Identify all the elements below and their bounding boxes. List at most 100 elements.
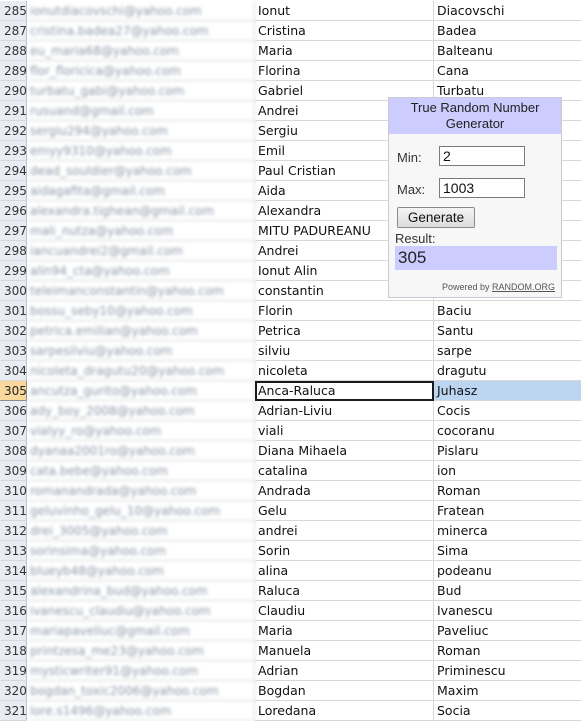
row-number[interactable]: 314 <box>0 561 27 581</box>
email-cell[interactable]: petrica.emilian@yahoo.com <box>27 321 255 341</box>
row-number[interactable]: 303 <box>0 341 27 361</box>
row-number[interactable]: 320 <box>0 681 27 701</box>
row-number[interactable]: 290 <box>0 81 27 101</box>
table-row[interactable]: 321 lore.s1496@yahoo.com Loredana Socia <box>0 701 581 721</box>
row-number[interactable]: 311 <box>0 501 27 521</box>
email-cell[interactable]: mysticwriter91@yahoo.com <box>27 661 255 681</box>
last-name-cell[interactable]: Roman <box>434 481 581 501</box>
row-number[interactable]: 315 <box>0 581 27 601</box>
first-name-cell[interactable]: Loredana <box>255 701 434 721</box>
first-name-cell[interactable]: viali <box>255 421 434 441</box>
first-name-cell[interactable]: Manuela <box>255 641 434 661</box>
table-row[interactable]: 287 cristina.badea27@yahoo.com Cristina Bad… <box>0 21 581 41</box>
email-cell[interactable]: ivanescu_claudiu@yahoo.com <box>27 601 255 621</box>
last-name-cell[interactable]: Juhasz <box>434 381 581 401</box>
first-name-cell[interactable]: silviu <box>255 341 434 361</box>
email-cell[interactable]: bossu_seby10@yahoo.com <box>27 301 255 321</box>
first-name-cell[interactable]: Maria <box>255 41 434 61</box>
table-row[interactable]: 315 alexandrina_bud@yahoo.com Raluca Bud <box>0 581 581 601</box>
email-cell[interactable]: printzesa_me23@yahoo.com <box>27 641 255 661</box>
row-number[interactable]: 309 <box>0 461 27 481</box>
last-name-cell[interactable]: Santu <box>434 321 581 341</box>
last-name-cell[interactable]: ion <box>434 461 581 481</box>
table-row[interactable]: 320 bogdan_toxic2006@yahoo.com Bogdan Maxim <box>0 681 581 701</box>
row-number[interactable]: 295 <box>0 181 27 201</box>
row-number[interactable]: 301 <box>0 301 27 321</box>
table-row[interactable]: 306 ady_boy_2008@yahoo.com Adrian-Liviu Coc… <box>0 401 581 421</box>
row-number[interactable]: 305 <box>0 381 27 401</box>
table-row[interactable]: 307 vialyy_ro@yahoo.com viali cocoranu <box>0 421 581 441</box>
first-name-cell[interactable]: Diana Mihaela <box>255 441 434 461</box>
row-number[interactable]: 297 <box>0 221 27 241</box>
email-cell[interactable]: alexandra.tighean@gmail.com <box>27 201 255 221</box>
last-name-cell[interactable]: Roman <box>434 641 581 661</box>
email-cell[interactable]: emyy9310@yahoo.com <box>27 141 255 161</box>
row-number[interactable]: 318 <box>0 641 27 661</box>
email-cell[interactable]: ady_boy_2008@yahoo.com <box>27 401 255 421</box>
row-number[interactable]: 299 <box>0 261 27 281</box>
email-cell[interactable]: dyanaa2001ro@yahoo.com <box>27 441 255 461</box>
last-name-cell[interactable]: podeanu <box>434 561 581 581</box>
email-cell[interactable]: sorinsima@yahoo.com <box>27 541 255 561</box>
last-name-cell[interactable]: Balteanu <box>434 41 581 61</box>
row-number[interactable]: 287 <box>0 21 27 41</box>
table-row[interactable]: 310 romanandrada@yahoo.com Andrada Roman <box>0 481 581 501</box>
email-cell[interactable]: sergiu294@yahoo.com <box>27 121 255 141</box>
email-cell[interactable]: nicoleta_dragutu20@yahoo.com <box>27 361 255 381</box>
row-number[interactable]: 308 <box>0 441 27 461</box>
table-row[interactable]: 312 drei_3005@yahoo.com andrei minerca <box>0 521 581 541</box>
email-cell[interactable]: lore.s1496@yahoo.com <box>27 701 255 721</box>
table-row[interactable]: 319 mysticwriter91@yahoo.com Adrian Primine… <box>0 661 581 681</box>
table-row[interactable]: 302 petrica.emilian@yahoo.com Petrica Santu <box>0 321 581 341</box>
email-cell[interactable]: rusuand@gmail.com <box>27 101 255 121</box>
table-row[interactable]: 309 cata.bebe@yahoo.com catalina ion <box>0 461 581 481</box>
table-row[interactable]: 285 ionutdiacovschi@yahoo.com Ionut Diacovs… <box>0 1 581 21</box>
first-name-cell[interactable]: Adrian <box>255 661 434 681</box>
table-row[interactable]: 303 sarpesilviu@yahoo.com silviu sarpe <box>0 341 581 361</box>
first-name-cell[interactable]: Bogdan <box>255 681 434 701</box>
last-name-cell[interactable]: Baciu <box>434 301 581 321</box>
email-cell[interactable]: teleimanconstantin@yahoo.com <box>27 281 255 301</box>
row-number[interactable]: 294 <box>0 161 27 181</box>
first-name-cell[interactable]: Cristina <box>255 21 434 41</box>
email-cell[interactable]: mariapaveliuc@gmail.com <box>27 621 255 641</box>
email-cell[interactable]: ancutza_gurito@yahoo.com <box>27 381 255 401</box>
row-number[interactable]: 316 <box>0 601 27 621</box>
last-name-cell[interactable]: Diacovschi <box>434 1 581 21</box>
email-cell[interactable]: romanandrada@yahoo.com <box>27 481 255 501</box>
row-number[interactable]: 310 <box>0 481 27 501</box>
last-name-cell[interactable]: Maxim <box>434 681 581 701</box>
table-row[interactable]: 316 ivanescu_claudiu@yahoo.com Claudiu Ivan… <box>0 601 581 621</box>
email-cell[interactable]: flor_floricica@yahoo.com <box>27 61 255 81</box>
last-name-cell[interactable]: Cana <box>434 61 581 81</box>
table-row[interactable]: 305 ancutza_gurito@yahoo.com Anca-Raluca Ju… <box>0 381 581 401</box>
email-cell[interactable]: blueyb48@yahoo.com <box>27 561 255 581</box>
email-cell[interactable]: eu_maria68@yahoo.com <box>27 41 255 61</box>
email-cell[interactable]: dead_souldier@yahoo.com <box>27 161 255 181</box>
first-name-cell[interactable]: alina <box>255 561 434 581</box>
email-cell[interactable]: drei_3005@yahoo.com <box>27 521 255 541</box>
first-name-cell[interactable]: Maria <box>255 621 434 641</box>
last-name-cell[interactable]: Badea <box>434 21 581 41</box>
first-name-cell[interactable]: Adrian-Liviu <box>255 401 434 421</box>
first-name-cell[interactable]: Claudiu <box>255 601 434 621</box>
table-row[interactable]: 288 eu_maria68@yahoo.com Maria Balteanu <box>0 41 581 61</box>
email-cell[interactable]: bogdan_toxic2006@yahoo.com <box>27 681 255 701</box>
last-name-cell[interactable]: Pislaru <box>434 441 581 461</box>
first-name-cell[interactable]: catalina <box>255 461 434 481</box>
table-row[interactable]: 289 flor_floricica@yahoo.com Florina Cana <box>0 61 581 81</box>
email-cell[interactable]: cristina.badea27@yahoo.com <box>27 21 255 41</box>
row-number[interactable]: 300 <box>0 281 27 301</box>
table-row[interactable]: 301 bossu_seby10@yahoo.com Florin Baciu <box>0 301 581 321</box>
row-number[interactable]: 321 <box>0 701 27 721</box>
last-name-cell[interactable]: Cocis <box>434 401 581 421</box>
last-name-cell[interactable]: Ivanescu <box>434 601 581 621</box>
first-name-cell[interactable]: andrei <box>255 521 434 541</box>
last-name-cell[interactable]: Bud <box>434 581 581 601</box>
first-name-cell[interactable]: Andrada <box>255 481 434 501</box>
table-row[interactable]: 313 sorinsima@yahoo.com Sorin Sima <box>0 541 581 561</box>
row-number[interactable]: 285 <box>0 1 27 21</box>
email-cell[interactable]: alexandrina_bud@yahoo.com <box>27 581 255 601</box>
email-cell[interactable]: cata.bebe@yahoo.com <box>27 461 255 481</box>
email-cell[interactable]: ionutdiacovschi@yahoo.com <box>27 1 255 21</box>
